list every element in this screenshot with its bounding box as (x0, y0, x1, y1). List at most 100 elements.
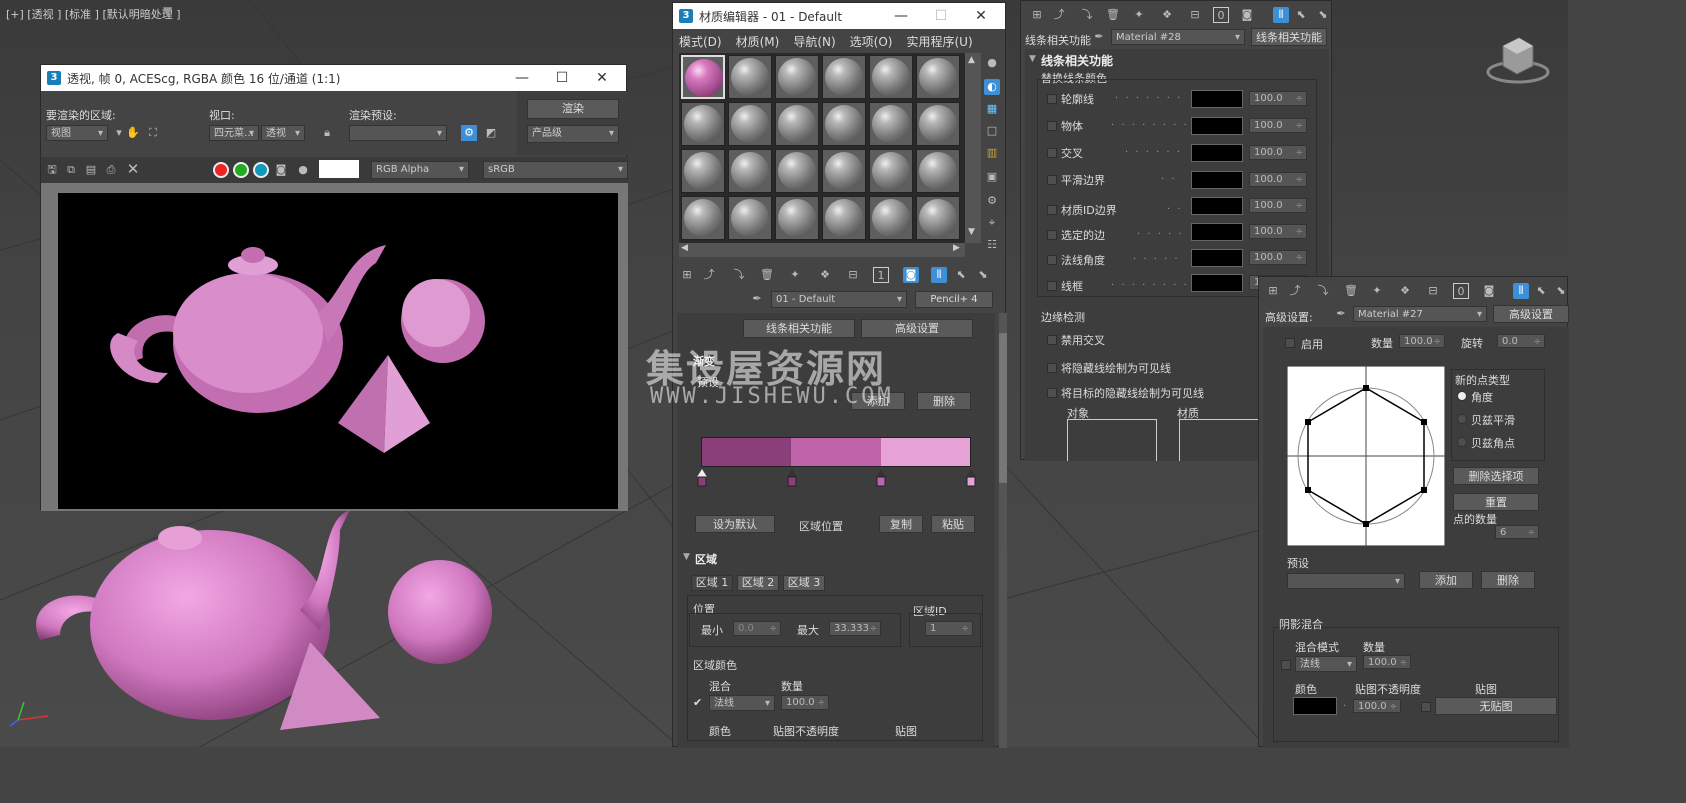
row-color-swatch[interactable] (1191, 249, 1243, 267)
render-button[interactable]: 渲染 (527, 99, 619, 119)
row-spinner[interactable]: 100.0 (1249, 145, 1307, 160)
row-checkbox[interactable] (1047, 94, 1057, 104)
render-window-titlebar[interactable]: 3 透视, 帧 0, ACEScg, RGBA 颜色 16 位/通道 (1:1)… (41, 65, 626, 91)
row-spinner[interactable]: 100.0 (1249, 172, 1307, 187)
sample-slot[interactable] (869, 149, 913, 193)
slot-horizontal-scrollbar[interactable]: ◀ ▶ (679, 243, 965, 257)
make-unique-icon[interactable]: ❖ (1159, 7, 1175, 23)
go-forward-icon[interactable]: ⬊ (1553, 283, 1569, 299)
sample-slot[interactable] (869, 196, 913, 240)
params-scroll-thumb[interactable] (999, 333, 1007, 483)
red-channel-icon[interactable] (213, 162, 229, 178)
clone-icon[interactable]: ▤ (83, 162, 99, 178)
row-spinner[interactable]: 100.0 (1249, 198, 1307, 213)
material-editor-titlebar[interactable]: 3 材质编辑器 - 01 - Default — ☐ ✕ (673, 3, 1005, 29)
save-icon[interactable]: 🖫︎ (44, 162, 60, 178)
filter-icon[interactable]: ▼ (163, 4, 172, 18)
render-setup-icon[interactable]: ⚙ (461, 125, 477, 141)
scroll-up-icon[interactable]: ▲ (968, 55, 975, 65)
set-default-button[interactable]: 设为默认 (695, 515, 775, 533)
sample-slot[interactable] (775, 149, 819, 193)
row-checkbox[interactable] (1047, 230, 1057, 240)
adv-material-dropdown[interactable]: Material #27 (1353, 306, 1487, 322)
quality-dropdown[interactable]: 产品级 (527, 125, 619, 143)
sample-slot[interactable] (916, 149, 960, 193)
line-panel-header-button[interactable]: 线条相关功能 (1251, 28, 1327, 46)
gradient-flag-2[interactable] (787, 469, 797, 487)
shadow-map-opacity-spinner[interactable]: 100.0 (1353, 699, 1401, 714)
menu-utilities[interactable]: 实用程序(U) (906, 33, 972, 50)
assign-material-icon[interactable]: ⤵ (1315, 283, 1331, 299)
row-checkbox[interactable] (1047, 255, 1057, 265)
material-id-icon[interactable]: 0 (1213, 7, 1229, 23)
go-forward-icon[interactable]: ⬊ (1315, 7, 1331, 23)
clear-icon[interactable]: ✕ (125, 161, 141, 177)
sample-slot[interactable] (728, 196, 772, 240)
blue-channel-icon[interactable] (253, 162, 269, 178)
sample-slot[interactable] (681, 102, 725, 146)
row-color-swatch[interactable] (1191, 274, 1243, 292)
show-shaded-icon[interactable]: ◙ (1481, 283, 1497, 299)
material-navigator-icon[interactable]: ☷ (984, 237, 1000, 253)
tab-region-2[interactable]: 区域 2 (737, 575, 779, 591)
slot-vertical-scrollbar[interactable]: ▲ ▼ (965, 53, 981, 243)
uv-tiling-icon[interactable]: □ (984, 123, 1000, 139)
color-swatch[interactable] (319, 160, 359, 178)
make-copy-icon[interactable]: ✦ (787, 267, 803, 283)
options-icon[interactable]: ⚙ (984, 193, 1000, 209)
row-color-swatch[interactable] (1191, 171, 1243, 189)
row-checkbox[interactable] (1047, 121, 1057, 131)
amount-spinner[interactable]: 100.0 (781, 695, 829, 710)
shadow-map-checkbox[interactable] (1421, 702, 1431, 712)
get-material-icon[interactable]: ⊞ (1029, 7, 1045, 23)
mono-icon[interactable]: ● (295, 162, 311, 178)
eyedropper-icon[interactable]: ✒ (1333, 306, 1349, 322)
sample-slot[interactable] (681, 196, 725, 240)
row-checkbox[interactable] (1047, 205, 1057, 215)
hidden-visible-checkbox[interactable] (1047, 363, 1057, 373)
collapse-icon[interactable]: ▼ (1029, 54, 1036, 64)
viewcube-icon[interactable] (1483, 28, 1553, 88)
eyedropper-icon[interactable]: ✒ (1091, 29, 1107, 45)
make-copy-icon[interactable]: ✦ (1369, 283, 1385, 299)
sample-slot[interactable] (916, 102, 960, 146)
sample-type-icon[interactable]: ● (984, 55, 1000, 71)
row-spinner[interactable]: 100.0 (1249, 118, 1307, 133)
adv-preset-dropdown[interactable] (1287, 573, 1405, 589)
preset-dropdown[interactable] (349, 125, 447, 141)
line-func-button[interactable]: 线条相关功能 (743, 319, 855, 338)
make-preview-icon[interactable]: ▣ (984, 169, 1000, 185)
colorspace-dropdown[interactable]: sRGB (483, 161, 628, 179)
shadow-amount-spinner[interactable]: 100.0 (1363, 655, 1411, 670)
row-checkbox[interactable] (1047, 148, 1057, 158)
sample-slot[interactable] (681, 55, 725, 99)
viewport-dropdown-2[interactable]: 透视 (261, 125, 305, 141)
no-map-button[interactable]: 无贴图 (1435, 697, 1557, 715)
delete-icon[interactable]: 🗑︎ (759, 267, 775, 283)
sample-slot[interactable] (916, 196, 960, 240)
viewport-dropdown-1[interactable]: 四元菜… (209, 125, 259, 141)
sample-slot[interactable] (869, 55, 913, 99)
material-list[interactable] (1179, 419, 1269, 461)
show-end-result-icon[interactable]: ⫴ (1513, 283, 1529, 299)
background-icon[interactable]: ▦ (984, 101, 1000, 117)
show-end-result-icon[interactable]: ⫴ (1273, 7, 1289, 23)
alpha-channel-icon[interactable]: ◙ (273, 162, 289, 178)
region-id-spinner[interactable]: 1 (925, 621, 973, 636)
adv-delete-button[interactable]: 删除 (1481, 571, 1535, 589)
assign-material-icon[interactable]: ⤵ (1079, 7, 1095, 23)
backlight-icon[interactable]: ◐ (984, 79, 1000, 95)
sample-slot[interactable] (728, 55, 772, 99)
minimize-button[interactable]: — (502, 65, 542, 91)
row-checkbox[interactable] (1047, 281, 1057, 291)
copy-icon[interactable]: ⧉ (63, 162, 79, 178)
adv-add-button[interactable]: 添加 (1419, 571, 1473, 589)
make-copy-icon[interactable]: ✦ (1131, 7, 1147, 23)
advanced-button[interactable]: 高级设置 (861, 319, 973, 338)
sample-slot[interactable] (775, 102, 819, 146)
sample-slot[interactable] (728, 102, 772, 146)
material-name-field[interactable]: 01 - Default (771, 291, 907, 308)
collapse-icon[interactable]: ▼ (683, 552, 690, 562)
go-to-parent-icon[interactable]: ⬉ (953, 267, 969, 283)
menu-options[interactable]: 选项(O) (850, 33, 893, 50)
